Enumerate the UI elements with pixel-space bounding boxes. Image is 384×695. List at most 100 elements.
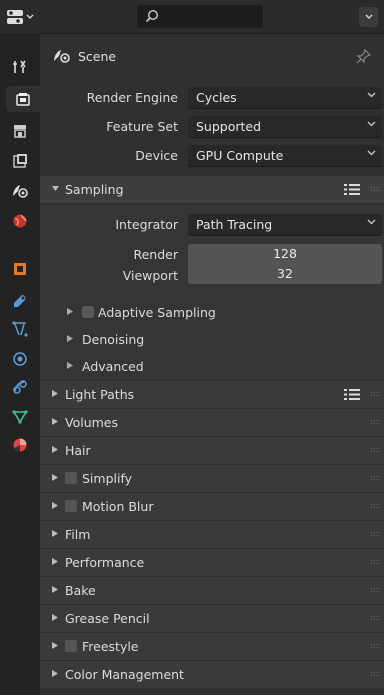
panel-bake-header[interactable]: Bake	[40, 576, 384, 604]
chevron-down-icon	[367, 219, 376, 225]
panel-hair-header[interactable]: Hair	[40, 436, 384, 464]
drag-grip-icon[interactable]	[370, 186, 380, 192]
panel-motion-blur-header[interactable]: Motion Blur	[40, 492, 384, 520]
particles-icon	[12, 321, 28, 337]
viewport-samples-field[interactable]: 32	[188, 264, 382, 284]
chevron-down-icon	[367, 92, 376, 98]
panel-title: Film	[65, 527, 91, 542]
motion-blur-checkbox[interactable]	[65, 500, 77, 512]
chevron-down-icon	[367, 121, 376, 127]
freestyle-checkbox[interactable]	[65, 640, 77, 652]
world-icon	[13, 214, 27, 228]
panel-title: Bake	[65, 583, 96, 598]
panel-sampling-header[interactable]: Sampling	[40, 176, 384, 203]
panel-collapsed-arrow-icon	[52, 446, 58, 453]
simplify-checkbox[interactable]	[65, 472, 77, 484]
panel-title: Grease Pencil	[65, 611, 150, 626]
panel-freestyle-header[interactable]: Freestyle	[40, 632, 384, 660]
drag-grip-icon[interactable]	[370, 475, 380, 481]
device-label: Device	[135, 148, 178, 163]
tab-view-layer[interactable]	[6, 148, 34, 174]
output-icon	[14, 125, 26, 138]
integrator-dropdown[interactable]: Path Tracing	[188, 214, 382, 235]
search-input[interactable]	[137, 5, 263, 28]
panel-collapsed-arrow-icon	[52, 502, 58, 509]
drag-grip-icon[interactable]	[370, 419, 380, 425]
chevron-down-icon	[365, 14, 372, 19]
panel-title: Sampling	[65, 182, 124, 197]
properties-tabs	[0, 34, 40, 695]
panel-volumes-header[interactable]: Volumes	[40, 408, 384, 436]
search-icon	[145, 9, 159, 23]
physics-icon	[13, 352, 27, 366]
integrator-label: Integrator	[115, 217, 178, 232]
properties-editor-icon	[7, 10, 23, 24]
subpanel-title: Denoising	[82, 332, 145, 347]
panel-performance-header[interactable]: Performance	[40, 548, 384, 576]
render-icon	[16, 93, 30, 106]
tab-modifiers[interactable]	[6, 288, 34, 314]
panel-collapsed-arrow-icon	[67, 335, 73, 342]
drag-grip-icon[interactable]	[370, 531, 380, 537]
tab-constraints[interactable]	[6, 374, 34, 400]
subpanel-title: Adaptive Sampling	[98, 305, 216, 320]
tab-material[interactable]	[6, 432, 34, 458]
subpanel-denoising[interactable]: Denoising	[40, 326, 384, 353]
tab-render[interactable]	[6, 86, 40, 112]
context-path: Scene	[40, 34, 384, 79]
object-icon	[14, 263, 26, 275]
drag-grip-icon[interactable]	[370, 671, 380, 677]
render-engine-dropdown[interactable]: Cycles	[188, 87, 382, 108]
drag-grip-icon[interactable]	[370, 391, 380, 397]
drag-grip-icon[interactable]	[370, 447, 380, 453]
panel-expanded-arrow-icon	[52, 186, 59, 191]
panel-collapsed-arrow-icon	[52, 390, 58, 397]
panel-color-management-header[interactable]: Color Management	[40, 660, 384, 688]
panel-title: Performance	[65, 555, 145, 570]
tab-object[interactable]	[6, 256, 34, 282]
drag-grip-icon[interactable]	[370, 615, 380, 621]
drag-grip-icon[interactable]	[370, 503, 380, 509]
drag-grip-icon[interactable]	[370, 559, 380, 565]
adaptive-sampling-checkbox[interactable]	[82, 306, 94, 318]
feature-set-dropdown[interactable]: Supported	[188, 116, 382, 137]
render-samples-label: Render	[133, 247, 178, 262]
presets-list-icon[interactable]	[344, 388, 360, 401]
subpanel-advanced[interactable]: Advanced	[40, 353, 384, 380]
tab-world[interactable]	[6, 208, 34, 234]
panel-simplify-header[interactable]: Simplify	[40, 464, 384, 492]
subpanel-adaptive-sampling[interactable]: Adaptive Sampling	[40, 299, 384, 326]
pin-icon[interactable]	[356, 48, 372, 64]
editor-type-button[interactable]	[6, 6, 46, 28]
scene-icon	[13, 185, 28, 198]
scene-icon	[54, 50, 70, 63]
panel-title: Simplify	[82, 471, 133, 486]
drag-grip-icon[interactable]	[370, 643, 380, 649]
header-options-dropdown[interactable]	[359, 7, 378, 27]
subpanel-title: Advanced	[82, 359, 144, 374]
panel-grease-pencil-header[interactable]: Grease Pencil	[40, 604, 384, 632]
constraints-icon	[13, 380, 27, 394]
feature-set-label: Feature Set	[106, 119, 178, 134]
tab-physics[interactable]	[6, 346, 34, 372]
tab-object-data[interactable]	[6, 404, 34, 430]
panel-title: Volumes	[65, 415, 119, 430]
tab-tool[interactable]	[6, 54, 34, 80]
tab-particles[interactable]	[6, 316, 34, 342]
tab-scene[interactable]	[6, 178, 34, 204]
panel-film-header[interactable]: Film	[40, 520, 384, 548]
drag-grip-icon[interactable]	[370, 587, 380, 593]
panel-title: Light Paths	[65, 387, 135, 402]
device-dropdown[interactable]: GPU Compute	[188, 145, 382, 166]
panel-collapsed-arrow-icon	[67, 308, 73, 315]
render-samples-field[interactable]: 128	[188, 244, 382, 264]
feature-set-value: Supported	[196, 119, 262, 134]
properties-header	[0, 0, 384, 34]
panel-light-paths-header[interactable]: Light Paths	[40, 380, 384, 408]
tool-icon	[13, 60, 26, 73]
presets-list-icon[interactable]	[344, 183, 360, 196]
panel-title: Motion Blur	[82, 499, 154, 514]
material-icon	[13, 438, 27, 452]
panel-collapsed-arrow-icon	[52, 530, 58, 537]
tab-output[interactable]	[6, 118, 34, 144]
